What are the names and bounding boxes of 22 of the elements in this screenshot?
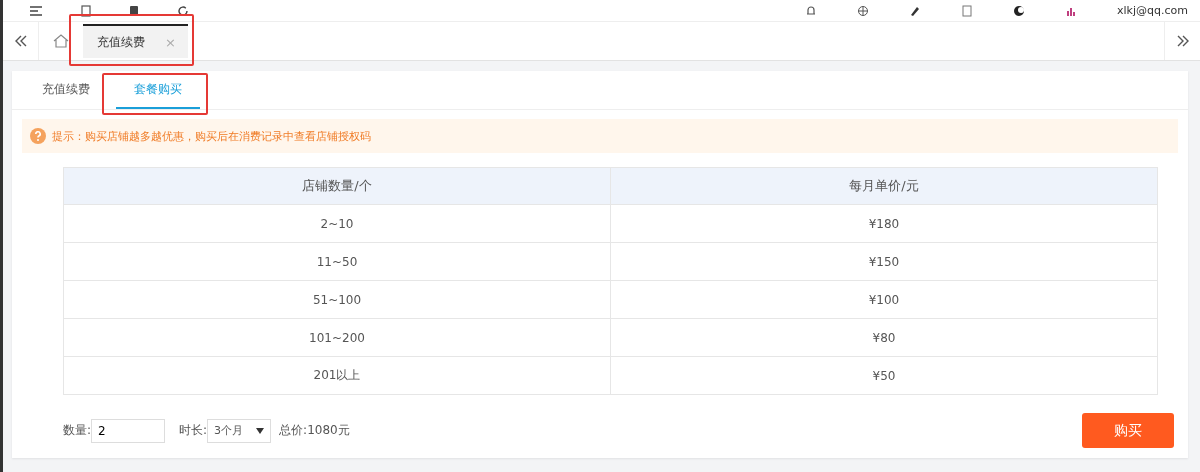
table-cell: 2~10 (63, 204, 611, 243)
quantity-field[interactable]: 2 (91, 418, 166, 443)
page-tab-label: 充值续费 (97, 33, 145, 51)
table-cell: 11~50 (63, 242, 611, 281)
tab[interactable]: 充值续费 (30, 71, 102, 109)
duration-label: 时长: (179, 422, 208, 439)
table-cell: 51~100 (63, 280, 611, 319)
notice-text: 提示：购买店铺越多越优惠，购买后在消费记录中查看店铺授权码 (52, 128, 371, 144)
column-header: 每月单价/元 (610, 167, 1158, 205)
table-cell: 101~200 (63, 318, 611, 357)
table-cell: ¥100 (610, 280, 1158, 319)
user-account[interactable]: xlkj@qq.com (1117, 4, 1188, 17)
table-cell: ¥80 (610, 318, 1158, 357)
total-price: 总价:1080元 (279, 422, 350, 439)
table-cell: ¥50 (610, 356, 1158, 395)
table-cell: ¥150 (610, 242, 1158, 281)
duration-select[interactable]: 3个月 (207, 418, 272, 443)
table-cell: 201以上 (63, 356, 611, 395)
column-header: 店铺数量/个 (63, 167, 611, 205)
table-cell: ¥180 (610, 204, 1158, 243)
page-tab[interactable]: 充值续费 × (83, 24, 188, 58)
quantity-label: 数量: (63, 422, 92, 439)
